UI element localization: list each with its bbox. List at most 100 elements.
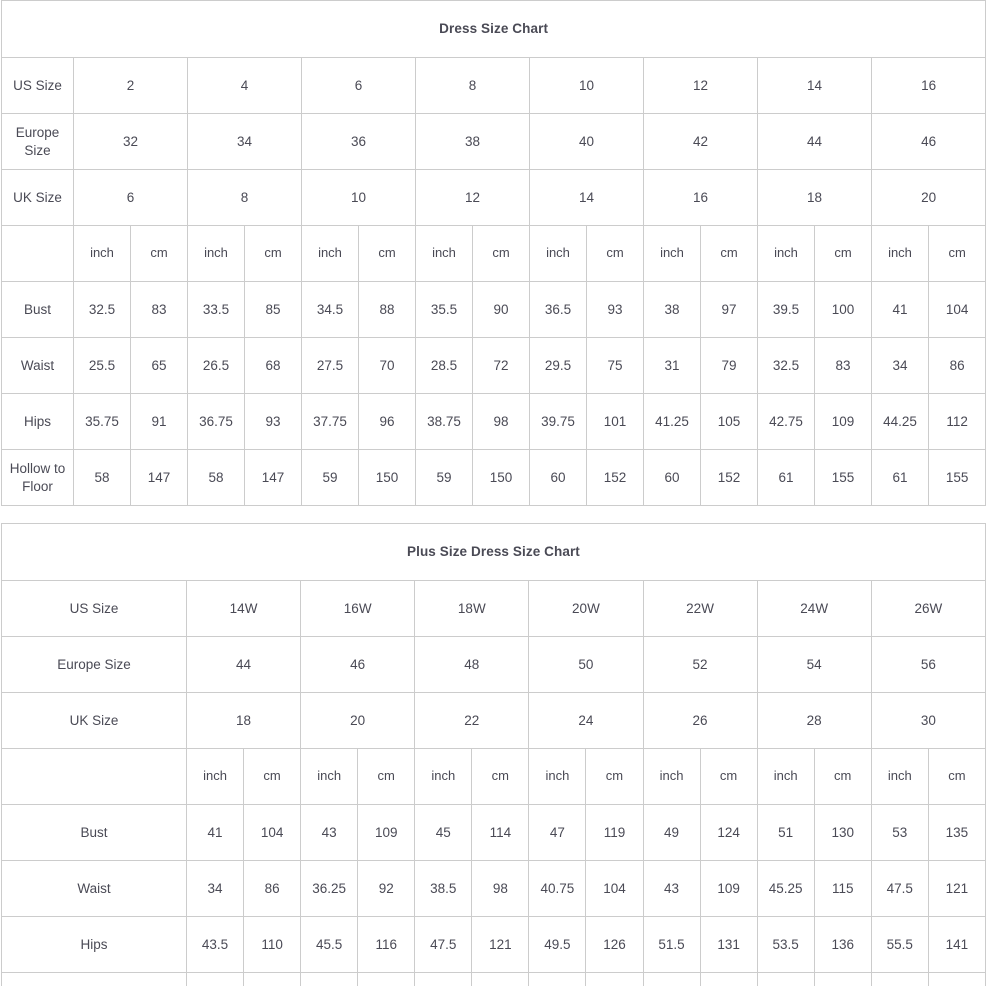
measurement-cell: 86 [927, 337, 986, 394]
measurement-cell: 47.5 [870, 860, 929, 917]
measurement-cell: 27.5 [301, 337, 359, 394]
size-value-cell: 10 [529, 57, 644, 114]
size-header-row: UK Size 6 8 10 12 14 16 18 20 [1, 169, 986, 226]
size-value-cell: 14W [185, 580, 302, 637]
size-value-cell: 14 [757, 57, 872, 114]
row-label: Hips [1, 393, 74, 450]
row-label: Hollow to Floor [1, 449, 74, 506]
table-gap [0, 506, 986, 523]
row-label: US Size [1, 57, 74, 114]
measurement-cell: 37.75 [301, 393, 359, 450]
measurement-cell: 90 [472, 281, 530, 338]
measurement-cell: 58 [187, 449, 245, 506]
measurement-cell: 43.5 [185, 916, 245, 973]
size-header-row: US Size 14W 16W 18W 20W 22W 24W 26W [1, 580, 986, 637]
size-value-cell: 50 [528, 636, 644, 693]
unit-cell-inch: inch [642, 748, 701, 805]
size-header-row: Europe Size 32 34 36 38 40 42 44 46 [1, 113, 986, 170]
unit-cell-inch: inch [73, 225, 131, 282]
unit-cell-inch: inch [643, 225, 701, 282]
measurement-cell: 32.5 [757, 337, 815, 394]
measurement-cell: 130 [813, 804, 872, 861]
measurement-cell: 41.25 [643, 393, 701, 450]
measurement-cell: 61 [528, 972, 587, 986]
measurement-cell: 45 [414, 804, 473, 861]
row-label: Waist [1, 337, 74, 394]
measurement-cell: 38.75 [415, 393, 473, 450]
measurement-cell: 34.5 [301, 281, 359, 338]
measurement-cell: 109 [814, 393, 872, 450]
measurement-cell: 109 [357, 804, 416, 861]
measurement-cell: 68 [244, 337, 302, 394]
unit-cell-inch: inch [415, 225, 473, 282]
unit-cell-cm: cm [244, 225, 302, 282]
measurement-cell: 43 [642, 860, 701, 917]
size-chart-table-1: Dress Size Chart US Size 2 4 6 8 10 12 14 16 Europ… [0, 0, 986, 506]
size-value-cell: 38 [415, 113, 530, 170]
measurement-cell: 104 [927, 281, 986, 338]
size-value-cell: 22 [414, 692, 530, 749]
size-value-cell: 16 [870, 57, 986, 114]
measurement-row: Hollow to Floor6115561155611556115561155… [1, 972, 986, 986]
size-value-cell: 24W [756, 580, 872, 637]
measurement-cell: 35.75 [73, 393, 131, 450]
measurement-cell: 42.75 [757, 393, 815, 450]
unit-cell-cm: cm [585, 748, 644, 805]
measurement-cell: 155 [813, 972, 872, 986]
measurement-cell: 93 [244, 393, 302, 450]
size-chart-table-2: Plus Size Dress Size Chart US Size 14W 16W 1… [1, 523, 986, 986]
size-header-row: US Size 2 4 6 8 10 12 14 16 [1, 57, 986, 114]
size-value-cell: 4 [187, 57, 302, 114]
measurement-cell: 39.5 [757, 281, 815, 338]
measurement-cell: 135 [927, 804, 986, 861]
size-value-cell: 12 [643, 57, 758, 114]
row-label: US Size [1, 580, 187, 637]
measurement-cell: 109 [699, 860, 758, 917]
size-value-cell: 26 [642, 692, 758, 749]
unit-cell-cm: cm [700, 225, 758, 282]
measurement-cell: 85 [244, 281, 302, 338]
measurement-cell: 61 [185, 972, 245, 986]
measurement-cell: 36.5 [529, 281, 587, 338]
measurement-cell: 29.5 [529, 337, 587, 394]
measurement-cell: 96 [358, 393, 416, 450]
size-value-cell: 16W [300, 580, 416, 637]
size-value-cell: 24 [528, 692, 644, 749]
unit-cell-inch: inch [756, 748, 815, 805]
unit-header-row: inch cm inch cm inch cm inch cm inch cm inch cm inch… [1, 748, 986, 805]
measurement-cell: 105 [700, 393, 758, 450]
measurement-cell: 59 [415, 449, 473, 506]
measurement-cell: 60 [529, 449, 587, 506]
measurement-cell: 40.75 [528, 860, 587, 917]
measurement-cell: 101 [586, 393, 644, 450]
measurement-cell: 121 [471, 916, 530, 973]
measurement-cell: 36.25 [300, 860, 359, 917]
measurement-cell: 83 [814, 337, 872, 394]
size-value-cell: 16 [643, 169, 758, 226]
size-value-cell: 28 [756, 692, 872, 749]
size-value-cell: 22W [642, 580, 758, 637]
measurement-cell: 93 [586, 281, 644, 338]
size-value-cell: 18W [414, 580, 530, 637]
measurement-cell: 61 [414, 972, 473, 986]
measurement-cell: 155 [927, 449, 986, 506]
measurement-cell: 114 [471, 804, 530, 861]
unit-cell-cm: cm [358, 225, 416, 282]
unit-cell-cm: cm [699, 748, 758, 805]
unit-cell-cm: cm [927, 225, 986, 282]
size-value-cell: 40 [529, 113, 644, 170]
chart-title-row: Dress Size Chart [0, 0, 986, 58]
chart-title: Dress Size Chart [0, 0, 986, 58]
measurement-cell: 35.5 [415, 281, 473, 338]
measurement-cell: 126 [585, 916, 644, 973]
unit-cell-cm: cm [471, 748, 530, 805]
size-value-cell: 48 [414, 636, 530, 693]
measurement-cell: 100 [814, 281, 872, 338]
size-value-cell: 32 [73, 113, 188, 170]
measurement-cell: 155 [471, 972, 530, 986]
measurement-cell: 26.5 [187, 337, 245, 394]
size-value-cell: 6 [73, 169, 188, 226]
measurement-cell: 152 [586, 449, 644, 506]
row-label: Bust [1, 804, 187, 861]
measurement-cell: 155 [243, 972, 302, 986]
